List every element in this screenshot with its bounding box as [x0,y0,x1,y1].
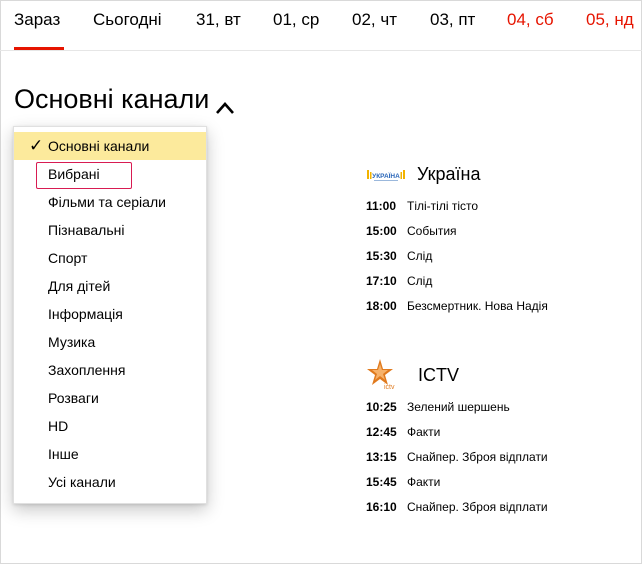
svg-text:ictv: ictv [384,384,395,391]
program-title: Слід [407,274,433,288]
dropdown-item-entertainment[interactable]: Розваги [14,384,206,412]
dropdown-item-hd[interactable]: HD [14,412,206,440]
program-title: События [407,224,457,238]
program-time: 17:10 [366,274,397,288]
dropdown-item-kids[interactable]: Для дітей [14,272,206,300]
program-title: Факти [407,425,441,439]
program-time: 16:10 [366,500,397,514]
day-tabs: Зараз Сьогодні 31, вт 01, ср 02, чт 03, … [0,0,642,51]
dropdown-item-label: Інформація [48,306,123,322]
channel-name-ukraina[interactable]: Україна [417,164,480,185]
dropdown-item-label: Музика [48,334,96,350]
dropdown-item-label: Фільми та серіали [48,194,166,210]
dropdown-item-label: Усі канали [48,474,116,490]
dropdown-item-information[interactable]: Інформація [14,300,206,328]
dropdown-item-educational[interactable]: Пізнавальні [14,216,206,244]
dropdown-item-label: Спорт [48,250,88,266]
program-time: 10:25 [366,400,397,414]
program-title: Факти [407,475,441,489]
dropdown-item-label: Пізнавальні [48,222,125,238]
tab-today[interactable]: Сьогодні [93,10,162,30]
dropdown-item-hobbies[interactable]: Захоплення [14,356,206,384]
channel-group-dropdown: ✓ Основні канали Вибрані Фільми та серіа… [13,126,207,504]
channel-name-ictv[interactable]: ICTV [418,365,459,386]
dropdown-item-other[interactable]: Інше [14,440,206,468]
program-title: Безсмертник. Нова Надія [407,299,548,313]
program-time: 15:45 [366,475,397,489]
ictv-logo-icon[interactable]: ictv [366,358,400,392]
program-time: 15:00 [366,224,397,238]
chevron-up-icon [215,91,235,114]
page-title: Основні канали [14,84,210,114]
dropdown-item-music[interactable]: Музика [14,328,206,356]
program-title: Снайпер. Зброя відплати [407,450,548,464]
program-time: 15:30 [366,249,397,263]
tab-31-tue[interactable]: 31, вт [196,10,241,30]
active-tab-indicator [14,47,64,50]
program-title: Снайпер. Зброя відплати [407,500,548,514]
dropdown-item-favorites[interactable]: Вибрані [14,160,206,188]
channel-group-selector[interactable]: Основні канали [14,84,235,115]
dropdown-item-all-channels[interactable]: Усі канали [14,468,206,496]
ukraina-logo-icon[interactable]: УКРАЇНА [366,166,406,184]
program-time: 18:00 [366,299,397,313]
dropdown-item-main-channels[interactable]: ✓ Основні канали [14,132,206,160]
dropdown-item-label: Основні канали [48,138,150,154]
program-time: 13:15 [366,450,397,464]
tab-01-wed[interactable]: 01, ср [273,10,319,30]
svg-text:УКРАЇНА: УКРАЇНА [372,172,400,180]
tab-05-sun[interactable]: 05, нд [586,10,634,30]
dropdown-item-label: Для дітей [48,278,111,294]
tab-02-thu[interactable]: 02, чт [352,10,397,30]
dropdown-item-label: Інше [48,446,79,462]
tab-now[interactable]: Зараз [14,10,60,30]
dropdown-item-movies-series[interactable]: Фільми та серіали [14,188,206,216]
dropdown-item-label: Розваги [48,390,99,406]
dropdown-item-sport[interactable]: Спорт [14,244,206,272]
program-title: Слід [407,249,433,263]
dropdown-item-label: Вибрані [48,166,100,182]
tab-04-sat[interactable]: 04, сб [507,10,554,30]
dropdown-item-label: Захоплення [48,362,126,378]
tab-03-fri[interactable]: 03, пт [430,10,475,30]
program-title: Тілі-тілі тісто [407,199,479,213]
program-time: 12:45 [366,425,397,439]
checkmark-icon: ✓ [29,136,44,155]
program-time: 11:00 [366,199,397,213]
program-title: Зелений шершень [407,400,510,414]
dropdown-item-label: HD [48,418,69,434]
